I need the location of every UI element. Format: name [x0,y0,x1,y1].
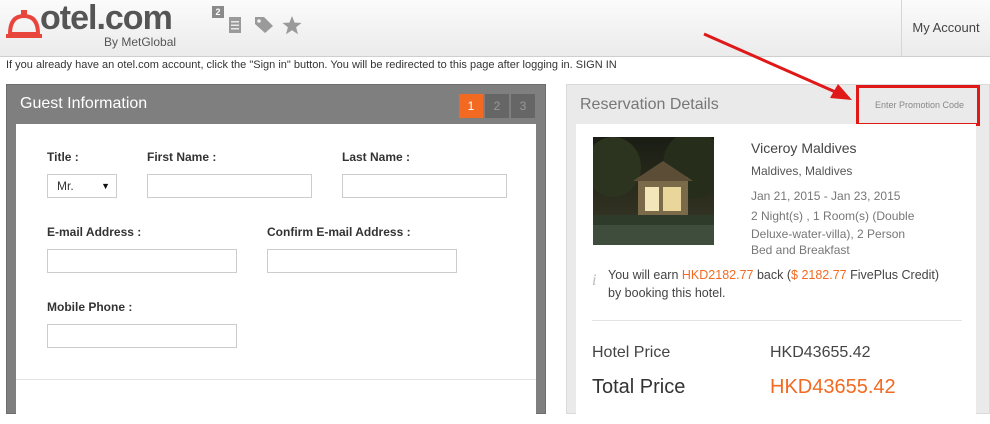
document-icon[interactable] [228,16,242,34]
tag-icon[interactable] [254,16,274,34]
hotel-name[interactable]: Viceroy Maldives [751,140,857,156]
board-type: Bed and Breakfast [751,243,850,257]
logo-text: otel.com [40,0,173,37]
step-indicator: 123 [457,94,535,118]
last-name-input[interactable] [342,174,507,198]
hotel-location: Maldives, Maldives [751,164,853,178]
info-icon: i [592,272,597,289]
first-name-label: First Name : [147,150,217,164]
total-price-value: HKD43655.42 [770,376,896,398]
email-input[interactable] [47,249,237,273]
hotel-price-value: HKD43655.42 [770,344,871,361]
cart-count-badge: 2 [212,6,224,18]
promotion-code-link[interactable]: Enter Promotion Code [875,100,964,110]
earn-amount: HKD2182.77 [681,268,754,282]
mobile-phone-input[interactable] [47,324,237,348]
annotation-arrow-icon [703,32,852,100]
notice-text: If you already have an otel.com account,… [6,59,573,71]
stay-dates: Jan 21, 2015 - Jan 23, 2015 [751,189,901,203]
step-1[interactable]: 1 [459,94,483,118]
title-select-value: Mr. [57,179,74,193]
my-account-button[interactable]: My Account [901,0,990,56]
hotel-price-label: Hotel Price [592,344,671,361]
mobile-phone-label: Mobile Phone : [47,300,133,314]
title-label: Title : [47,150,79,164]
reservation-summary: Viceroy Maldives Maldives, Maldives Jan … [576,124,976,424]
caret-down-icon: ▼ [101,181,110,191]
earn-line-2: by booking this hotel. [608,286,726,300]
first-name-input[interactable] [147,174,312,198]
guest-form: Title : First Name : Last Name : Mr. ▼ E… [16,124,536,424]
email-label: E-mail Address : [47,225,142,239]
confirm-email-label: Confirm E-mail Address : [267,225,411,239]
earn-mid: back ( [756,268,792,282]
otel-logo[interactable]: otel.com By MetGlobal [4,0,204,52]
earn-prefix: You will earn [608,268,679,282]
star-icon[interactable] [282,16,302,35]
step-3[interactable]: 3 [511,94,535,118]
earn-suffix: FivePlus Credit) [850,268,940,282]
sign-in-link[interactable]: SIGN IN [576,59,617,71]
earn-credit-amount: $ 2182.77 [791,268,847,282]
hotel-photo[interactable] [593,137,714,245]
sign-in-notice: If you already have an otel.com account,… [6,59,617,71]
price-divider [592,320,962,321]
form-divider [16,379,536,380]
bell-logo-icon [6,10,42,38]
earn-credit-message: You will earn HKD2182.77 back ($ 2182.77… [608,266,978,302]
last-name-label: Last Name : [342,150,411,164]
room-details: 2 Night(s) , 1 Room(s) (Double Deluxe-wa… [751,209,915,241]
total-price-label: Total Price [592,376,686,398]
reservation-details-panel: Reservation Details Enter Promotion Code… [566,84,990,424]
step-2[interactable]: 2 [485,94,509,118]
guest-information-panel: Guest Information 123 Title : First Name… [6,84,546,424]
logo-subtitle: By MetGlobal [104,35,177,49]
confirm-email-input[interactable] [267,249,457,273]
title-select[interactable]: Mr. ▼ [47,174,117,198]
guest-panel-title: Guest Information [20,95,148,112]
